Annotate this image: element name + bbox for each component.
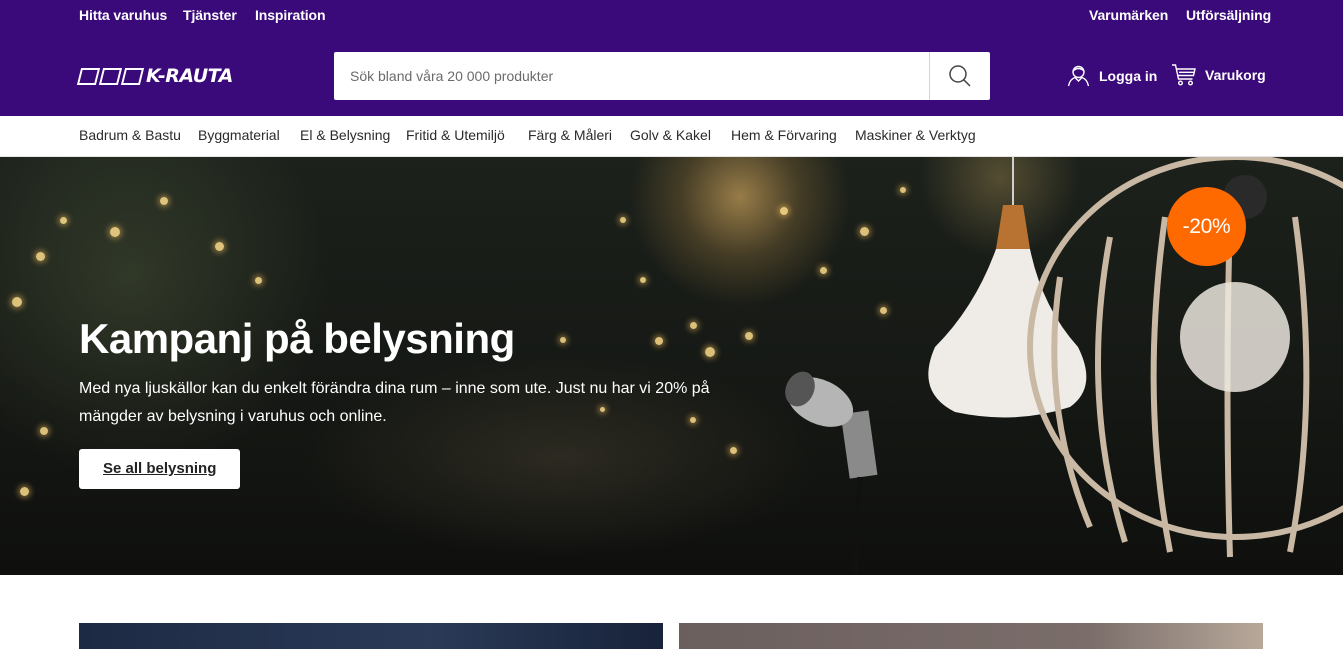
- main-header: K-RAUTA Logga in Varukorg: [0, 37, 1343, 116]
- cart-label: Varukorg: [1205, 67, 1266, 83]
- search-input[interactable]: [334, 52, 929, 100]
- link-inspiration[interactable]: Inspiration: [255, 7, 326, 23]
- category-el-belysning[interactable]: El & Belysning: [300, 127, 390, 143]
- hero-banner: -20% Kampanj på belysning Med nya ljuskä…: [0, 157, 1343, 575]
- login-button[interactable]: Logga in: [1066, 63, 1157, 88]
- category-byggmaterial[interactable]: Byggmaterial: [198, 127, 280, 143]
- hero-text: Med nya ljuskällor kan du enkelt förändr…: [79, 380, 710, 425]
- logo-box-1: [76, 67, 101, 85]
- search-button[interactable]: [929, 52, 990, 100]
- link-varumarken[interactable]: Varumärken: [1089, 7, 1168, 23]
- category-fritid-utemiljo[interactable]: Fritid & Utemiljö: [406, 127, 505, 143]
- promo-card-left[interactable]: [79, 623, 663, 649]
- link-hitta-varuhus[interactable]: Hitta varuhus: [79, 7, 167, 23]
- link-tjanster[interactable]: Tjänster: [183, 7, 237, 23]
- login-label: Logga in: [1099, 67, 1158, 84]
- cart-button[interactable]: Varukorg: [1171, 63, 1266, 87]
- see-all-lighting-button[interactable]: Se all belysning: [79, 449, 241, 489]
- cart-icon: [1172, 64, 1196, 86]
- search-icon: [949, 65, 971, 87]
- logo-text: K-RAUTA: [146, 65, 233, 87]
- top-utility-bar: Hitta varuhus Tjänster Inspiration Varum…: [0, 0, 1343, 37]
- link-utforsaljning[interactable]: Utförsäljning: [1186, 7, 1271, 23]
- category-hem-forvaring[interactable]: Hem & Förvaring: [731, 127, 837, 143]
- hero-title: Kampanj på belysning: [79, 315, 515, 362]
- search-bar: [334, 52, 990, 100]
- category-maskiner-verktyg[interactable]: Maskiner & Verktyg: [855, 127, 976, 143]
- k-rauta-logo[interactable]: K-RAUTA: [76, 65, 259, 87]
- logo-box-3: [120, 67, 145, 85]
- hero-content: Kampanj på belysning Med nya ljuskällor …: [79, 313, 779, 489]
- category-golv-kakel[interactable]: Golv & Kakel: [630, 127, 711, 143]
- promo-card-right[interactable]: [679, 623, 1263, 649]
- discount-badge: -20%: [1167, 187, 1246, 266]
- category-badrum-bastu[interactable]: Badrum & Bastu: [79, 127, 181, 143]
- user-icon: [1067, 65, 1090, 87]
- category-farg-maleri[interactable]: Färg & Måleri: [528, 127, 612, 143]
- category-nav: Badrum & Bastu Byggmaterial El & Belysni…: [0, 116, 1343, 157]
- logo-box-2: [98, 67, 123, 85]
